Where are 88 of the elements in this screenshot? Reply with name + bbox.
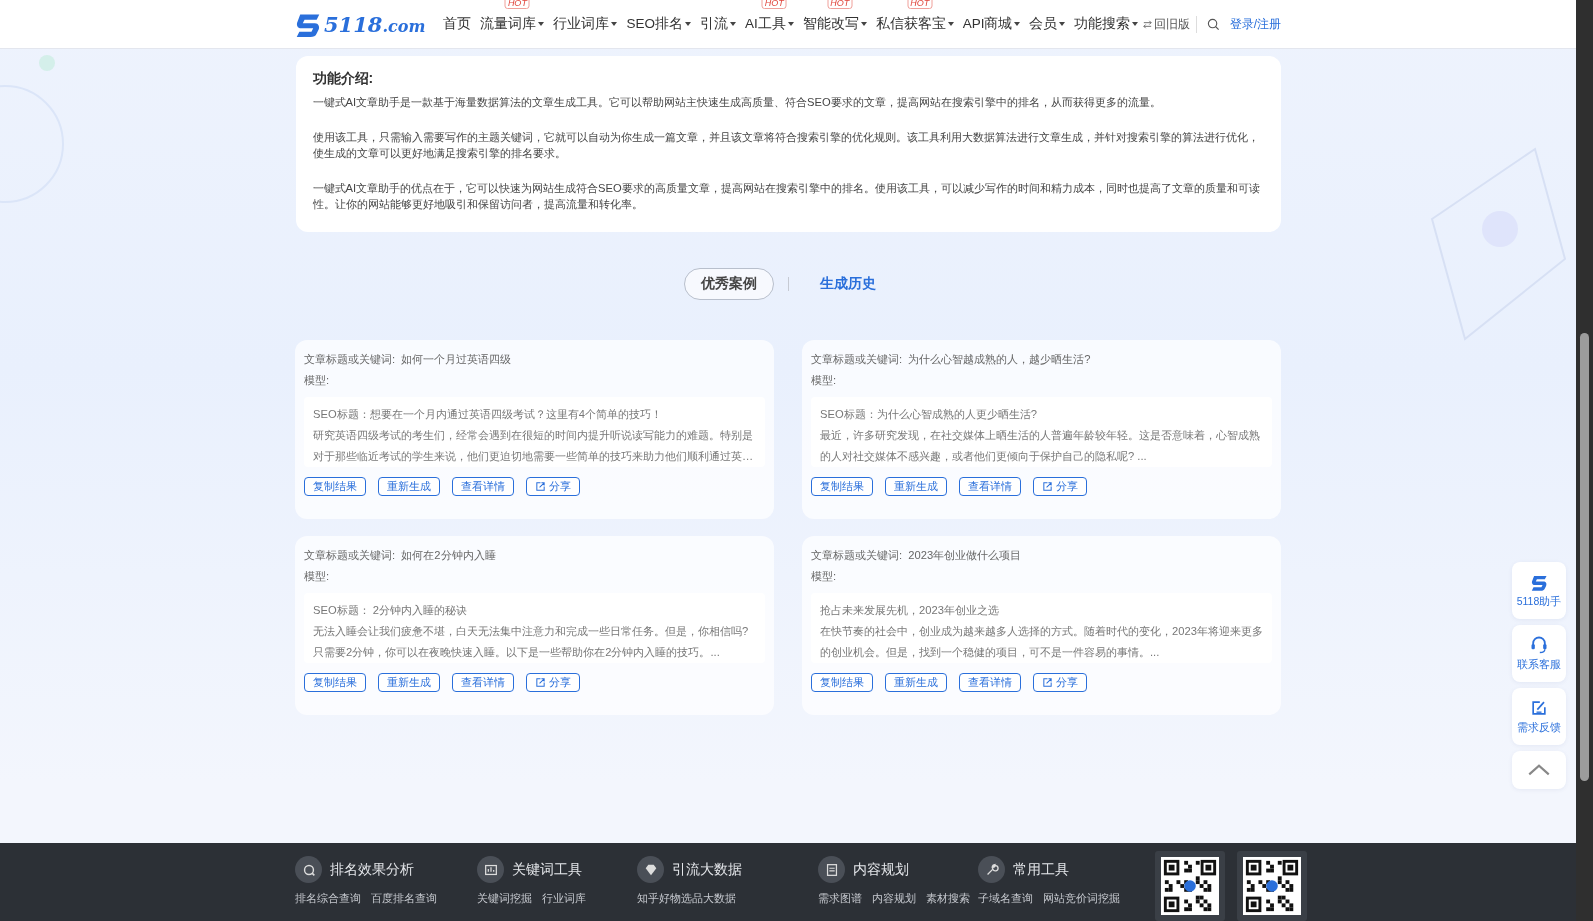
side-button[interactable]: 5118助手 [1512, 562, 1566, 619]
regen-button[interactable]: 重新生成 [378, 673, 440, 692]
footer-link[interactable]: 知乎好物选品大数据 [637, 892, 736, 905]
share-icon [535, 677, 546, 688]
footer-section-title: 排名效果分析 [330, 860, 414, 879]
seo-title: 抢占未来发展先机，2023年创业之选 [820, 603, 1000, 618]
keyword-line: 文章标题或关键词: 如何在2分钟内入睡 [304, 548, 497, 563]
footer-link[interactable]: 子域名查询 [978, 892, 1033, 905]
model-label: 模型: [304, 373, 331, 388]
qr-code [1161, 857, 1219, 915]
nav-item[interactable]: 功能搜索 [1074, 15, 1139, 33]
footer-link[interactable]: 百度排名查询 [371, 892, 437, 905]
regen-button[interactable]: 重新生成 [885, 477, 947, 496]
nav-item[interactable]: 引流 [699, 15, 736, 33]
nav-item[interactable]: 私信获客宝 [875, 15, 954, 33]
footer-section-title: 关键词工具 [512, 860, 582, 879]
copy-button[interactable]: 复制结果 [304, 673, 366, 692]
seo-title: SEO标题：想要在一个月内通过英语四级考试？这里有4个简单的技巧！ [313, 407, 663, 422]
footer-link[interactable]: 关键词挖掘 [477, 892, 532, 905]
share-button[interactable]: 分享 [1033, 673, 1087, 692]
share-icon [1042, 677, 1053, 688]
nav-item[interactable]: 流量词库 [480, 15, 545, 33]
headset-icon [1529, 635, 1549, 655]
keyword-line: 文章标题或关键词: 2023年创业做什么项目 [811, 548, 1023, 563]
detail-button[interactable]: 查看详情 [452, 673, 514, 692]
intro-paragraph: 使用该工具，只需输入需要写作的主题关键词，它就可以自动为你生成一篇文章，并且该文章将符合搜索引擎的优化规则。该工具利用大数据算法进行文章生成，并针对搜索引擎的算法进行优化，使生成的文章可以更好地满足搜索引擎的排名要求。 [312, 129, 1260, 161]
keyword-line: 文章标题或关键词: 如何一个月过英语四级 [304, 352, 513, 367]
login-link[interactable]: 登录/注册 [1229, 15, 1281, 33]
detail-button[interactable]: 查看详情 [959, 673, 1021, 692]
regen-button[interactable]: 重新生成 [378, 477, 440, 496]
tab[interactable]: 优秀案例 [683, 268, 774, 300]
model-label: 模型: [811, 373, 838, 388]
intro-title: 功能介绍: [312, 70, 375, 88]
footer-section-title: 常用工具 [1013, 860, 1069, 879]
detail-button[interactable]: 查看详情 [959, 477, 1021, 496]
logo-text[interactable]: 5118.com [324, 11, 426, 37]
hot-badge: HOT [907, 0, 933, 9]
share-button[interactable]: 分享 [526, 673, 580, 692]
nav-item[interactable]: SEO排名 [626, 15, 691, 33]
share-button[interactable]: 分享 [526, 477, 580, 496]
search-icon[interactable] [1206, 17, 1220, 31]
footer-section-title: 引流大数据 [672, 860, 742, 879]
footer-section-title: 内容规划 [853, 860, 909, 879]
hot-badge: HOT [827, 0, 853, 9]
article-excerpt: 研究英语四级考试的考生们，经常会遇到在很短的时间内提升听说读写能力的难题。特别是对于那些临近考试的学生来说，他们更迫切地需要一些简单的技巧来助力他们顺利通过英… [313, 428, 755, 464]
model-label: 模型: [811, 569, 838, 584]
footer-link[interactable]: 素材搜索 [926, 892, 970, 905]
back-to-top-button[interactable] [1512, 751, 1566, 789]
article-excerpt: 最近，许多研究发现，在社交媒体上晒生活的人普遍年龄较年轻。这是否意味着，心智成熟的人对社交媒体不感兴趣，或者他们更倾向于保护自己的隐私呢? ... [820, 428, 1261, 464]
scrollbar[interactable] [1576, 0, 1593, 921]
copy-button[interactable]: 复制结果 [811, 477, 873, 496]
side-button[interactable]: 需求反馈 [1512, 688, 1566, 745]
swap-icon [1142, 18, 1154, 30]
footer-link[interactable]: 网站竞价词挖掘 [1043, 892, 1120, 905]
nav-item[interactable]: 行业词库 [553, 15, 618, 33]
hot-badge: HOT [761, 0, 787, 9]
copy-button[interactable]: 复制结果 [304, 477, 366, 496]
intro-paragraph: 一键式AI文章助手是一款基于海量数据算法的文章生成工具。它可以帮助网站主快速生成高质量、符合SEO要求的文章，提高网站在搜索引擎中的排名，从而获得更多的流量。 [312, 95, 1162, 110]
edit-icon [1529, 698, 1549, 718]
nav-item[interactable]: 首页 [443, 15, 472, 33]
tab[interactable]: 生成历史 [802, 268, 893, 300]
side-button[interactable]: 联系客服 [1512, 625, 1566, 682]
footer-link[interactable]: 需求图谱 [818, 892, 862, 905]
logo-icon [295, 11, 321, 37]
old-version-link[interactable]: 回旧版 [1142, 15, 1198, 33]
footer-link[interactable]: 内容规划 [872, 892, 916, 905]
nav-item[interactable]: API商城 [962, 15, 1021, 33]
hot-badge: HOT [504, 0, 530, 9]
nav-item[interactable]: AI工具 [744, 15, 794, 33]
footer-link[interactable]: 排名综合查询 [295, 892, 361, 905]
nav-item[interactable]: 智能改写 [802, 15, 867, 33]
footer-link[interactable]: 行业词库 [542, 892, 586, 905]
share-icon [1042, 481, 1053, 492]
qr-code [1243, 857, 1301, 915]
nav-item[interactable]: 会员 [1029, 15, 1066, 33]
article-excerpt: 在快节奏的社会中，创业成为越来越多人选择的方式。随着时代的变化，2023年将迎来更多的创业机会。但是，找到一个稳健的项目，可不是一件容易的事情。... [820, 624, 1263, 660]
share-icon [535, 481, 546, 492]
article-excerpt: 无法入睡会让我们疲惫不堪，白天无法集中注意力和完成一些日常任务。但是，你相信吗? 只需要2分钟，你可以在夜晚快速入睡。以下是一些帮助你在2分钟内入睡的技巧。... [313, 624, 750, 660]
detail-button[interactable]: 查看详情 [452, 477, 514, 496]
keyword-line: 文章标题或关键词: 为什么心智越成熟的人，越少晒生活? [811, 352, 1092, 367]
decorative-dot [39, 55, 55, 71]
seo-title: SEO标题：为什么心智成熟的人更少晒生活? [820, 407, 1038, 422]
model-label: 模型: [304, 569, 331, 584]
copy-button[interactable]: 复制结果 [811, 673, 873, 692]
share-button[interactable]: 分享 [1033, 477, 1087, 496]
regen-button[interactable]: 重新生成 [885, 673, 947, 692]
seo-title: SEO标题： 2分钟内入睡的秘诀 [313, 603, 468, 618]
intro-paragraph: 一键式AI文章助手的优点在于，它可以快速为网站生成符合SEO要求的高质量文章，提高网站在搜索引擎中的排名。使用该工具，可以减少写作的时间和精力成本，同时也提高了文章的质量和可读性。让你的网站能够更好地吸引和保留访问者，提高流量和转化率。 [312, 180, 1261, 212]
